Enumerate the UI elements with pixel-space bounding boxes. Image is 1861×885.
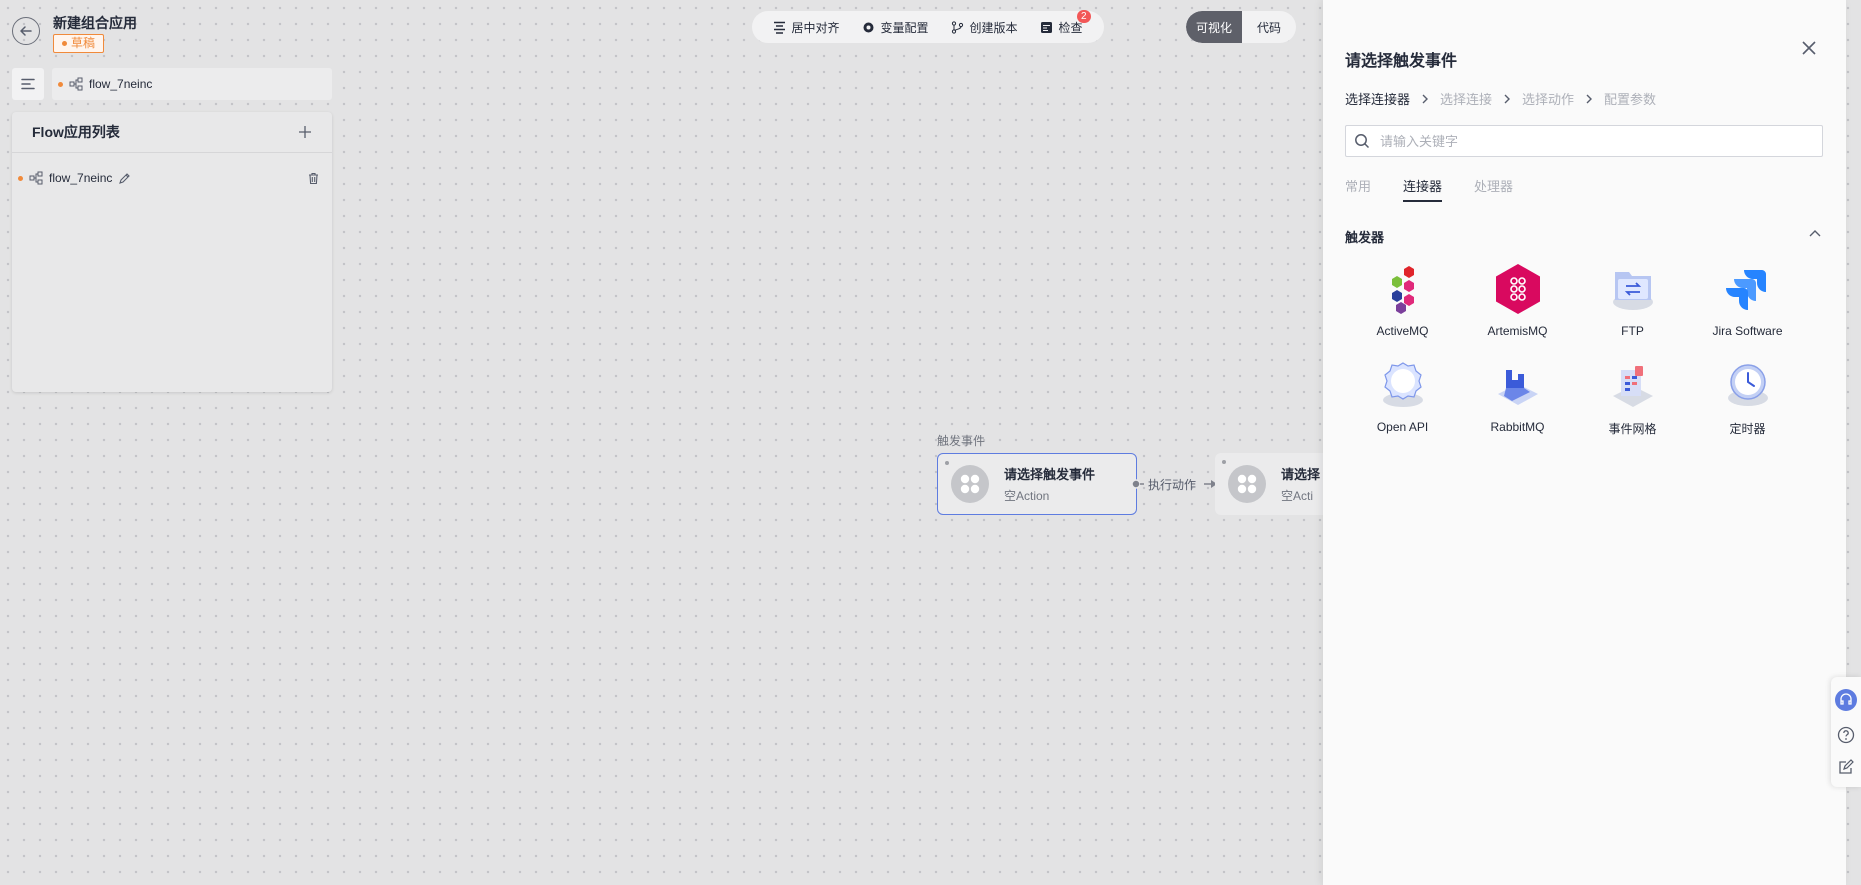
tab-processors[interactable]: 处理器 [1474, 176, 1513, 202]
menu-align-icon [21, 78, 35, 90]
help-icon[interactable] [1837, 726, 1855, 744]
unsaved-dot-icon [58, 81, 63, 87]
trigger-node-title: 请选择触发事件 [1004, 467, 1096, 482]
jira-icon [1721, 262, 1775, 316]
trigger-node[interactable]: 请选择触发事件 空Action [937, 453, 1137, 515]
chevron-right-icon [1504, 94, 1511, 103]
step-select-action: 选择动作 [1522, 92, 1575, 107]
check-count-badge: 2 [1076, 9, 1091, 23]
chevron-up-icon[interactable] [1808, 228, 1822, 238]
edge-label: 执行动作 [1148, 478, 1197, 492]
edit-icon[interactable] [118, 172, 131, 185]
rabbitmq-icon [1491, 358, 1545, 412]
unsaved-dot-icon [18, 175, 23, 181]
artemismq-icon [1491, 262, 1545, 316]
status-dot-icon [62, 41, 67, 46]
action-node-title: 请选择 [1281, 467, 1321, 482]
create-version-button[interactable]: 创建版本 [951, 19, 1018, 36]
flow-tab-label: flow_7neinc [89, 77, 153, 91]
connector-ftp[interactable]: FTP [1575, 262, 1690, 338]
flow-icon [29, 171, 43, 185]
sidebar-toggle-button[interactable] [12, 68, 44, 100]
checklist-icon [1041, 21, 1053, 33]
step-config-params: 配置参数 [1604, 92, 1657, 107]
trigger-node-subtitle: 空Action [1004, 489, 1050, 503]
drawer-title: 请选择触发事件 [1345, 53, 1458, 70]
arrow-left-icon [20, 26, 32, 36]
mode-switch: 可视化 代码 [1186, 11, 1296, 43]
flow-list-panel: Flow应用列表 flow_7neinc [12, 112, 332, 392]
activemq-icon [1376, 262, 1430, 316]
feedback-icon[interactable] [1838, 759, 1854, 775]
close-icon[interactable] [1797, 36, 1821, 60]
step-select-connector: 选择连接器 [1345, 92, 1411, 107]
connector-event-grid[interactable]: 事件网格 [1575, 358, 1690, 437]
connector-timer[interactable]: 定时器 [1690, 358, 1805, 437]
connector-artemismq[interactable]: ArtemisMQ [1460, 262, 1575, 338]
add-icon[interactable] [298, 125, 312, 139]
delete-icon[interactable] [307, 172, 320, 185]
connector-jira[interactable]: Jira Software [1690, 262, 1805, 338]
search-box [1345, 125, 1823, 157]
status-badge: 草稿 [53, 34, 105, 53]
connector-openapi[interactable]: Open API [1345, 358, 1460, 437]
trigger-select-drawer: 请选择触发事件 选择连接器 选择连接 选择动作 配置参数 常用 连接器 处理器 … [1323, 0, 1846, 885]
chevron-right-icon [1422, 94, 1429, 103]
create-version-label: 创建版本 [969, 20, 1018, 35]
align-center-icon [774, 21, 786, 34]
flow-list-title: Flow应用列表 [32, 124, 120, 140]
connector-label: FTP [1621, 324, 1644, 338]
connector-label: RabbitMQ [1490, 420, 1545, 434]
ftp-icon [1606, 262, 1660, 316]
step-breadcrumb: 选择连接器 选择连接 选择动作 配置参数 [1345, 89, 1656, 108]
tab-connectors[interactable]: 连接器 [1403, 176, 1443, 202]
canvas-toolbar: 居中对齐 变量配置 创建版本 检查 2 [752, 9, 1104, 43]
branch-icon [952, 20, 964, 34]
check-button[interactable]: 检查 2 [1040, 9, 1091, 36]
floating-tools [1831, 677, 1861, 787]
list-item[interactable]: flow_7neinc [12, 161, 332, 195]
connector-label: Open API [1376, 420, 1429, 434]
center-align-button[interactable]: 居中对齐 [773, 19, 840, 36]
step-select-connection: 选择连接 [1440, 92, 1493, 107]
connector-label: 事件网格 [1608, 422, 1657, 436]
node-status-dot-icon [945, 461, 949, 465]
node-placeholder-icon [951, 465, 989, 503]
flow-item-label: flow_7neinc [49, 171, 113, 185]
center-align-label: 居中对齐 [791, 20, 840, 35]
chevron-right-icon [1586, 94, 1593, 103]
variable-config-label: 变量配置 [880, 20, 929, 35]
connector-label: 定时器 [1729, 422, 1766, 436]
openapi-icon [1376, 358, 1430, 412]
connector-label: ArtemisMQ [1487, 324, 1548, 338]
search-input[interactable] [1378, 132, 1802, 150]
trigger-node-caption: 触发事件 [937, 434, 986, 448]
timer-icon [1721, 358, 1775, 412]
customer-service-icon[interactable] [1835, 688, 1857, 711]
connector-grid: ActiveMQ ArtemisMQ FTP Jira Software Ope… [1345, 262, 1825, 437]
connector-rabbitmq[interactable]: RabbitMQ [1460, 358, 1575, 437]
status-badge-label: 草稿 [71, 36, 96, 50]
mode-visual-button[interactable]: 可视化 [1186, 11, 1242, 43]
flow-icon [69, 77, 83, 91]
gear-icon [863, 22, 874, 32]
variable-config-button[interactable]: 变量配置 [862, 19, 929, 36]
event-grid-icon [1606, 358, 1660, 412]
search-icon [1355, 134, 1370, 149]
flow-tab[interactable]: flow_7neinc [52, 68, 332, 100]
connector-activemq[interactable]: ActiveMQ [1345, 262, 1460, 338]
mode-code-button[interactable]: 代码 [1242, 19, 1296, 36]
flow-list-header: Flow应用列表 [12, 112, 332, 153]
app-title: 新建组合应用 [53, 15, 137, 31]
section-title-triggers: 触发器 [1345, 230, 1385, 245]
connector-label: ActiveMQ [1376, 324, 1429, 338]
node-status-dot-icon [1222, 460, 1226, 464]
tab-common[interactable]: 常用 [1345, 176, 1371, 202]
back-button[interactable] [12, 17, 40, 45]
action-node-subtitle: 空Acti [1281, 489, 1314, 503]
node-placeholder-icon [1228, 465, 1266, 503]
connector-label: Jira Software [1712, 324, 1783, 338]
category-tabs: 常用 连接器 处理器 [1345, 176, 1513, 202]
